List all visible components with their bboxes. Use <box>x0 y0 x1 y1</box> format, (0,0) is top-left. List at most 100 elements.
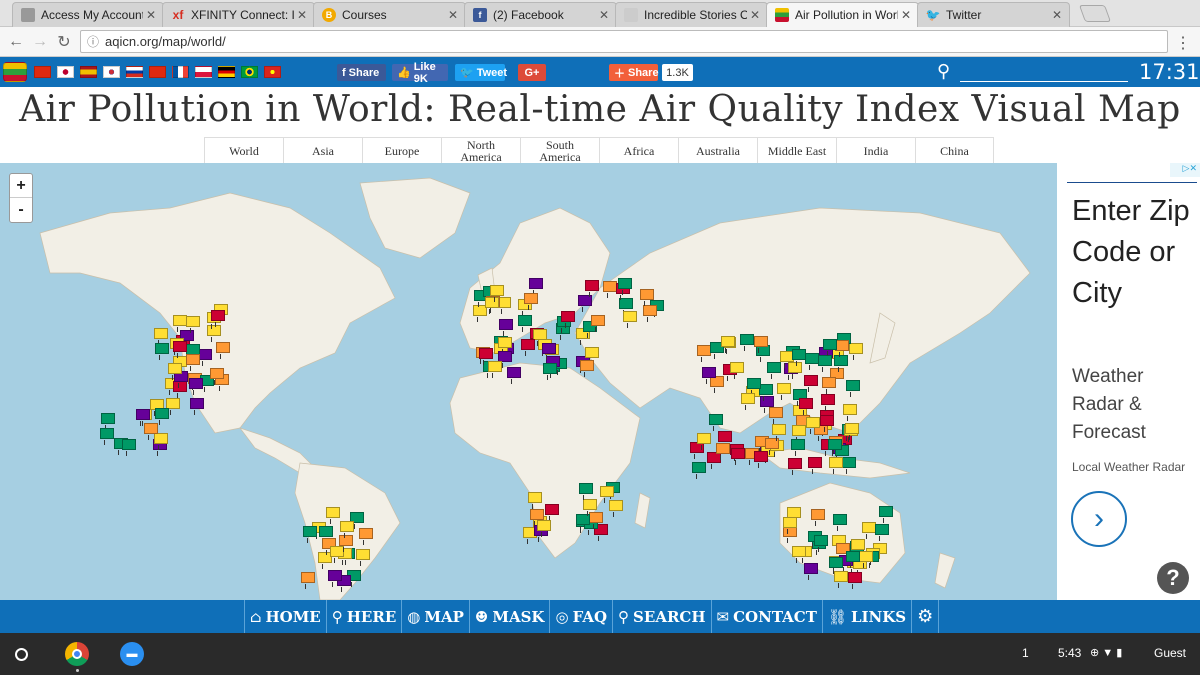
aqi-station-marker[interactable] <box>846 550 861 568</box>
aqi-station-marker[interactable] <box>490 285 505 303</box>
tab-china[interactable]: China <box>915 138 994 163</box>
aqi-station-marker[interactable] <box>339 520 354 538</box>
aqi-station-marker[interactable] <box>833 570 848 588</box>
aqi-station-marker[interactable] <box>716 442 731 460</box>
aqi-station-marker[interactable] <box>754 451 769 469</box>
nav-here[interactable]: ⚲ HERE <box>325 600 402 633</box>
flag-russia-icon[interactable] <box>126 66 143 78</box>
tab-courses[interactable]: B Courses ✕ <box>313 2 466 27</box>
zoom-out-button[interactable]: - <box>10 198 32 222</box>
close-icon[interactable]: ✕ <box>747 8 763 22</box>
aqi-station-marker[interactable] <box>803 562 818 580</box>
aqi-station-marker[interactable] <box>215 341 230 359</box>
aqi-station-marker[interactable] <box>542 343 557 361</box>
aqi-station-marker[interactable] <box>874 524 889 542</box>
close-icon[interactable]: ✕ <box>898 8 914 22</box>
close-icon[interactable]: ✕ <box>445 8 461 22</box>
aqi-station-marker[interactable] <box>859 550 874 568</box>
aqi-station-marker[interactable] <box>189 378 204 396</box>
flag-france-icon[interactable] <box>172 66 189 78</box>
browser-menu-icon[interactable]: ⋮ <box>1175 33 1191 53</box>
aqi-station-marker[interactable] <box>560 310 575 328</box>
aqi-station-marker[interactable] <box>764 438 779 456</box>
aqi-station-marker[interactable] <box>591 314 606 332</box>
nav-search[interactable]: ⚲ SEARCH <box>612 600 710 633</box>
new-tab-button[interactable] <box>1078 5 1112 22</box>
aqi-station-marker[interactable] <box>708 414 723 432</box>
aqi-station-marker[interactable] <box>798 397 813 415</box>
google-plus-button[interactable]: G+ <box>518 64 546 81</box>
flag-korea-icon[interactable] <box>103 66 120 78</box>
aqi-station-marker[interactable] <box>582 499 597 517</box>
aqi-station-marker[interactable] <box>585 280 600 298</box>
aqi-station-marker[interactable] <box>746 377 761 395</box>
aqi-station-marker[interactable] <box>207 324 222 342</box>
aqi-station-marker[interactable] <box>771 424 786 442</box>
flag-japan-icon[interactable] <box>57 66 74 78</box>
aqi-station-marker[interactable] <box>173 380 188 398</box>
aqi-station-marker[interactable] <box>530 508 545 526</box>
aqi-station-marker[interactable] <box>122 438 137 456</box>
aqi-station-marker[interactable] <box>790 438 805 456</box>
aqi-station-marker[interactable] <box>833 355 848 373</box>
aqi-station-marker[interactable] <box>879 505 894 523</box>
tab-india[interactable]: India <box>836 138 915 163</box>
aqi-station-marker[interactable] <box>144 422 159 440</box>
aqi-station-marker[interactable] <box>499 319 514 337</box>
aqi-station-marker[interactable] <box>828 438 843 456</box>
aqi-station-marker[interactable] <box>847 571 862 589</box>
tab-air-pollution[interactable]: Air Pollution in World ✕ <box>766 2 919 27</box>
advertisement[interactable]: ▷✕ Enter Zip Code or City Weather Radar … <box>1057 163 1200 600</box>
launcher-icon[interactable] <box>15 648 28 661</box>
aqi-station-marker[interactable] <box>818 355 833 373</box>
chrome-app-icon[interactable] <box>65 642 89 666</box>
aqi-station-marker[interactable] <box>154 433 169 451</box>
tab-world[interactable]: World <box>204 138 283 163</box>
aqi-station-marker[interactable] <box>845 422 860 440</box>
aqi-station-marker[interactable] <box>740 333 755 351</box>
aqi-station-marker[interactable] <box>523 292 538 310</box>
nav-settings[interactable]: ⚙ <box>911 600 940 633</box>
tab-xfinity-connect[interactable]: xf XFINITY Connect: Int ✕ <box>162 2 315 27</box>
aqi-station-marker[interactable] <box>173 341 188 359</box>
addthis-share-button[interactable]: ＋ Share <box>609 64 659 81</box>
aqi-station-marker[interactable] <box>498 337 513 355</box>
aqi-station-marker[interactable] <box>484 296 499 314</box>
aqi-station-marker[interactable] <box>849 342 863 360</box>
aqi-station-marker[interactable] <box>528 278 543 296</box>
reload-icon[interactable]: ↻ <box>54 32 74 52</box>
facebook-like-button[interactable]: 👍 Like 9K <box>392 61 448 85</box>
aqi-station-marker[interactable] <box>211 310 226 328</box>
nav-faq[interactable]: ◎ FAQ <box>549 600 612 633</box>
aqi-station-marker[interactable] <box>828 557 843 575</box>
tab-access-my-account[interactable]: Access My Account | ✕ <box>12 2 164 27</box>
aqi-station-marker[interactable] <box>842 404 857 422</box>
flag-vietnam-icon[interactable] <box>264 66 281 78</box>
aqi-station-marker[interactable] <box>717 431 732 449</box>
aqi-station-marker[interactable] <box>579 483 594 501</box>
aqi-station-marker[interactable] <box>769 406 784 424</box>
aqi-station-marker[interactable] <box>155 407 170 425</box>
flag-poland-icon[interactable] <box>195 66 212 78</box>
aqi-station-marker[interactable] <box>640 289 655 306</box>
nav-links[interactable]: ⛓ LINKS <box>821 600 911 633</box>
aqi-station-marker[interactable] <box>760 396 775 414</box>
aqi-station-marker[interactable] <box>488 361 503 379</box>
aqi-station-marker[interactable] <box>520 338 535 356</box>
aqi-station-marker[interactable] <box>846 379 860 397</box>
aqi-station-marker[interactable] <box>814 535 829 553</box>
aqi-station-marker[interactable] <box>787 506 802 524</box>
tab-africa[interactable]: Africa <box>599 138 678 163</box>
zoom-in-button[interactable]: + <box>10 174 32 198</box>
aqi-station-marker[interactable] <box>358 527 373 545</box>
aqi-station-marker[interactable] <box>517 315 532 333</box>
aqi-station-marker[interactable] <box>507 366 522 384</box>
tweet-button[interactable]: 🐦 Tweet <box>455 64 507 81</box>
aqi-station-marker[interactable] <box>832 514 847 532</box>
close-icon[interactable]: ✕ <box>143 8 159 22</box>
tab-asia[interactable]: Asia <box>283 138 362 163</box>
aqi-station-marker[interactable] <box>822 338 837 356</box>
aqi-station-marker[interactable] <box>819 414 834 432</box>
aqi-station-marker[interactable] <box>730 447 745 465</box>
aqi-station-marker[interactable] <box>791 545 806 563</box>
